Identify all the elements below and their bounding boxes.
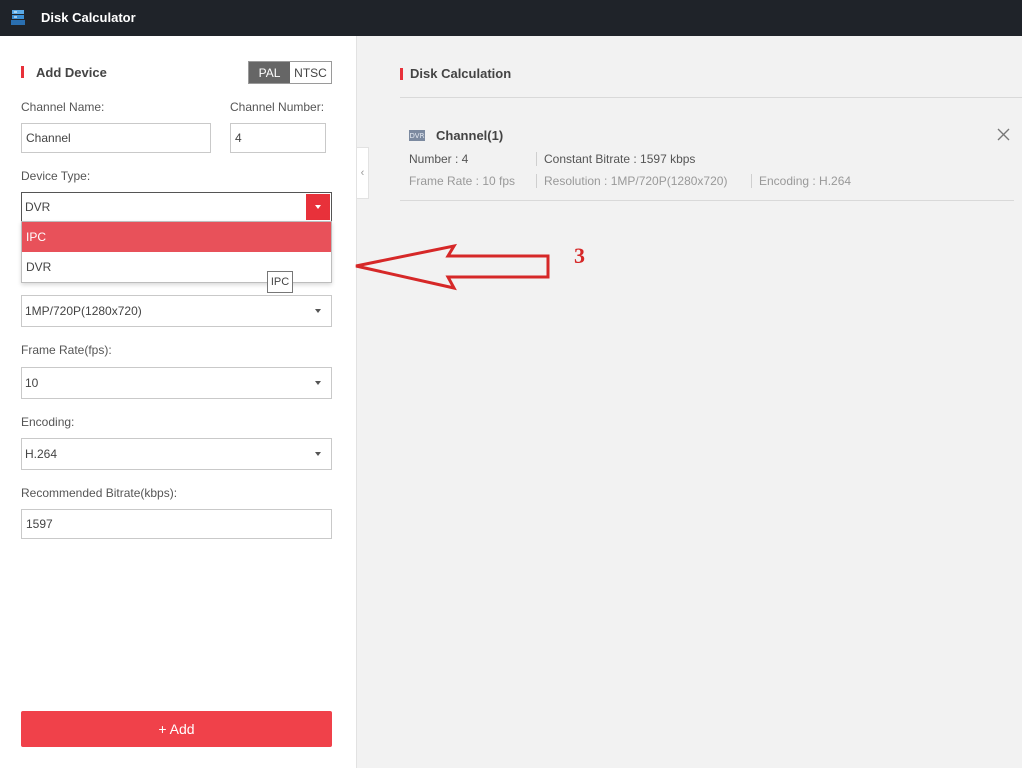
close-icon[interactable] xyxy=(996,127,1011,142)
frame-rate-select[interactable]: 10 xyxy=(21,367,332,399)
resolution-select[interactable]: 1MP/720P(1280x720) xyxy=(21,295,332,327)
separator xyxy=(751,174,752,188)
frame-rate-value: 10 xyxy=(25,376,39,390)
dropdown-option-ipc[interactable]: IPC xyxy=(22,222,331,252)
annotation-number: 3 xyxy=(574,243,585,268)
video-standard-toggle: PAL NTSC xyxy=(248,61,332,84)
frame-rate-label: Frame Rate(fps): xyxy=(21,343,112,357)
device-type-select[interactable]: DVR xyxy=(21,192,332,222)
add-button[interactable]: + Add xyxy=(21,711,332,747)
channel-frame-rate: Frame Rate : 10 fps xyxy=(409,174,516,188)
separator xyxy=(536,152,537,166)
device-type-value: DVR xyxy=(25,200,51,214)
channel-name-input[interactable]: Channel xyxy=(21,123,211,153)
disk-calculator-icon xyxy=(11,10,25,25)
channel-number-label: Channel Number: xyxy=(230,100,325,114)
constant-bitrate: Constant Bitrate : 1597 kbps xyxy=(544,152,696,166)
channel-encoding: Encoding : H.264 xyxy=(759,174,852,188)
channel-number-input[interactable]: 4 xyxy=(230,123,326,153)
annotation-arrow-icon xyxy=(355,243,550,291)
chevron-left-icon: ‹ xyxy=(360,167,365,179)
disk-calculation-header: Disk Calculation xyxy=(400,66,511,81)
add-device-header: Add Device xyxy=(21,64,107,80)
tooltip: IPC xyxy=(267,271,293,293)
chevron-down-icon xyxy=(315,309,321,313)
resolution-value: 1MP/720P(1280x720) xyxy=(25,304,142,318)
chevron-down-icon xyxy=(315,381,321,385)
section-title: Add Device xyxy=(36,64,107,80)
accent-bar xyxy=(21,66,24,78)
channel-name-label: Channel Name: xyxy=(21,100,105,114)
bitrate-input[interactable]: 1597 xyxy=(21,509,332,539)
accent-bar xyxy=(400,67,403,80)
title-bar: Disk Calculator xyxy=(0,0,1022,36)
pal-button[interactable]: PAL xyxy=(249,62,290,83)
encoding-label: Encoding: xyxy=(21,415,75,429)
divider xyxy=(400,200,1014,201)
app-title: Disk Calculator xyxy=(41,10,136,25)
separator xyxy=(536,174,537,188)
chevron-down-icon xyxy=(315,452,321,456)
encoding-select[interactable]: H.264 xyxy=(21,438,332,470)
section-title: Disk Calculation xyxy=(410,66,512,81)
ntsc-button[interactable]: NTSC xyxy=(290,62,331,83)
channel-number: Number : 4 xyxy=(409,152,469,166)
bitrate-label: Recommended Bitrate(kbps): xyxy=(21,486,178,500)
encoding-value: H.264 xyxy=(25,447,58,461)
divider xyxy=(400,97,1022,98)
channel-title: Channel(1) xyxy=(436,128,504,143)
collapse-panel-button[interactable]: ‹ xyxy=(357,147,369,199)
channel-resolution: Resolution : 1MP/720P(1280x720) xyxy=(544,174,728,188)
dropdown-button[interactable] xyxy=(306,194,330,220)
dvr-icon: DVR xyxy=(409,130,425,141)
device-type-label: Device Type: xyxy=(21,169,91,183)
chevron-down-icon xyxy=(315,205,321,209)
